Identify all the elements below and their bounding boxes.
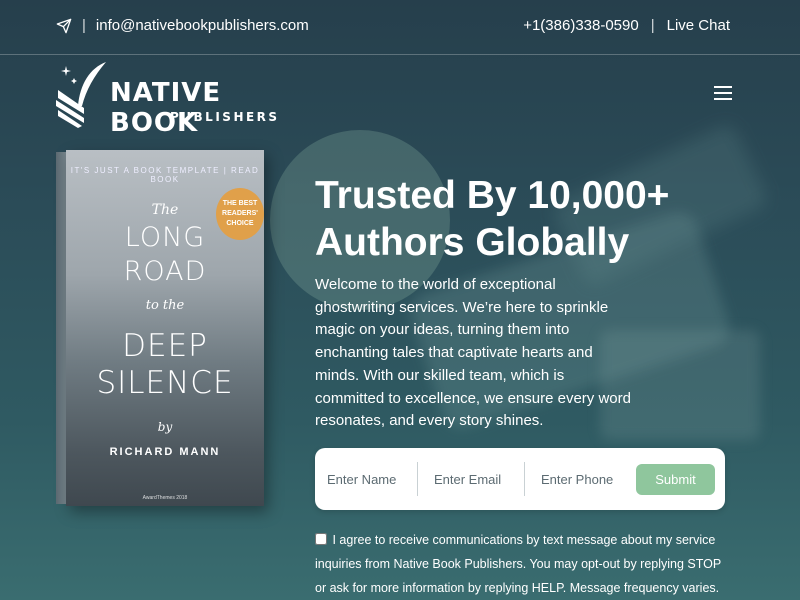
topbar-separator: | xyxy=(82,17,86,34)
form-divider xyxy=(417,462,418,496)
email-link[interactable]: info@nativebookpublishers.com xyxy=(96,17,309,34)
book-title-long: LONG xyxy=(124,222,206,253)
headline-line-1: Trusted By 10,000+ xyxy=(315,174,670,217)
phone-input[interactable] xyxy=(529,464,625,494)
email-input[interactable] xyxy=(422,464,524,494)
topbar-separator: | xyxy=(650,17,655,34)
phone-link[interactable]: +1(386)338-0590 xyxy=(523,17,639,34)
site-logo[interactable]: NATIVE BOOK PUBLISHERS xyxy=(54,60,277,138)
book-cover: IT'S JUST A BOOK TEMPLATE | READ BOOK TH… xyxy=(66,150,264,506)
hamburger-menu-icon[interactable] xyxy=(714,86,732,102)
form-divider xyxy=(524,462,525,496)
headline-line-2: Authors Globally xyxy=(315,221,630,264)
logo-subtitle: PUBLISHERS xyxy=(170,110,280,124)
topbar-contact-right: +1(386)338-0590 | Live Chat xyxy=(523,17,730,34)
book-title-deep: DEEP xyxy=(122,328,208,364)
book-topline: IT'S JUST A BOOK TEMPLATE | READ BOOK xyxy=(70,166,260,184)
hero-headline: Trusted By 10,000+ Authors Globally xyxy=(315,172,735,266)
top-bar: | info@nativebookpublishers.com +1(386)3… xyxy=(0,0,800,55)
topbar-contact-left: | info@nativebookpublishers.com xyxy=(56,17,309,34)
feather-logo-icon xyxy=(56,62,106,128)
book-title-road: ROAD xyxy=(123,256,207,287)
book-title-silence: SILENCE xyxy=(96,365,234,401)
hero-intro: Welcome to the world of exceptional ghos… xyxy=(315,276,631,430)
name-input[interactable] xyxy=(315,464,417,494)
book-author: RICHARD MANN xyxy=(109,446,221,458)
book-title-to-the: to the xyxy=(145,298,185,313)
lead-form: Submit xyxy=(315,448,725,510)
logo-title: NATIVE BOOK xyxy=(110,78,222,138)
send-icon xyxy=(56,18,72,33)
consent-text: I agree to receive communications by tex… xyxy=(315,533,721,595)
book-title-the: The xyxy=(151,202,179,218)
consent-checkbox[interactable] xyxy=(315,533,327,545)
submit-button[interactable]: Submit xyxy=(636,464,715,495)
book-by: by xyxy=(157,420,173,434)
consent-block: I agree to receive communications by tex… xyxy=(315,528,735,600)
book-cover-image: IT'S JUST A BOOK TEMPLATE | READ BOOK TH… xyxy=(56,150,264,506)
book-footer: AwardThemes 2018 xyxy=(142,495,188,501)
live-chat-link[interactable]: Live Chat xyxy=(667,17,730,34)
